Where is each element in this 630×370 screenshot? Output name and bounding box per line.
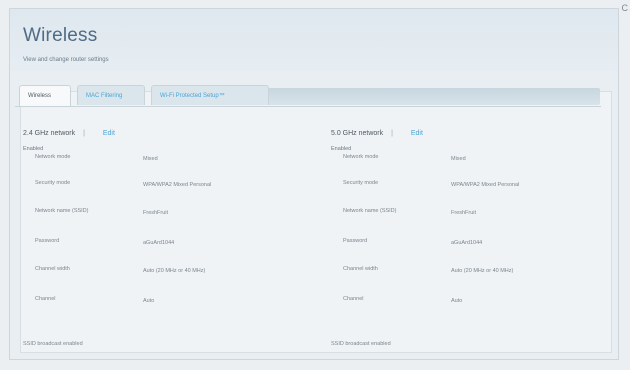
row-key: Password xyxy=(343,238,368,244)
close-icon[interactable]: C xyxy=(622,4,629,13)
row-value: Auto (20 MHz or 40 MHz) xyxy=(451,268,514,274)
row-value: WPA/WPA2 Mixed Personal xyxy=(451,182,520,188)
ssid-broadcast-status: SSID broadcast enabled xyxy=(23,341,83,347)
page-title: Wireless xyxy=(23,25,98,46)
row-value: aGuArd1044 xyxy=(451,240,483,246)
row-value: FreshFruit xyxy=(143,210,169,216)
edit-link[interactable]: Edit xyxy=(411,130,423,137)
row-key: Security mode xyxy=(35,180,71,186)
page-subtitle: View and change router settings xyxy=(23,57,109,63)
edit-link[interactable]: Edit xyxy=(103,130,115,137)
row-key: Channel width xyxy=(35,266,70,272)
row-key: Network name (SSID) xyxy=(343,208,397,214)
row-value: Auto (20 MHz or 40 MHz) xyxy=(143,268,206,274)
heading-separator: | xyxy=(391,130,393,137)
network-title: 5.0 GHz network xyxy=(331,130,384,137)
tab-bar: Wireless MAC Filtering Wi-Fi Protected S… xyxy=(15,85,601,107)
row-key: Channel xyxy=(343,296,364,302)
tab-wireless[interactable]: Wireless xyxy=(19,85,71,106)
network-status: Enabled xyxy=(23,146,44,152)
row-key: Password xyxy=(35,238,60,244)
network-title: 2.4 GHz network xyxy=(23,130,76,137)
network-status: Enabled xyxy=(331,146,352,152)
row-key: Channel width xyxy=(343,266,378,272)
row-key: Network name (SSID) xyxy=(35,208,89,214)
network-heading: 2.4 GHz network | Edit xyxy=(23,130,303,142)
row-value: Mixed xyxy=(451,156,466,162)
row-key: Network mode xyxy=(35,154,71,160)
row-value: Auto xyxy=(451,298,463,304)
row-value: Auto xyxy=(143,298,155,304)
ssid-broadcast-status: SSID broadcast enabled xyxy=(331,341,391,347)
network-2-4ghz: 2.4 GHz network | Edit Enabled Network m… xyxy=(23,130,303,304)
row-key: Channel xyxy=(35,296,56,302)
row-key: Network mode xyxy=(343,154,379,160)
heading-separator: | xyxy=(83,130,85,137)
tab-mac-filtering[interactable]: MAC Filtering xyxy=(77,85,145,105)
row-value: aGuArd1044 xyxy=(143,240,175,246)
network-heading: 5.0 GHz network | Edit xyxy=(331,130,611,142)
network-5ghz: 5.0 GHz network | Edit Enabled Network m… xyxy=(331,130,611,304)
tab-wifi-protected-setup[interactable]: Wi-Fi Protected Setup™ xyxy=(151,85,269,105)
row-value: FreshFruit xyxy=(451,210,477,216)
row-value: WPA/WPA2 Mixed Personal xyxy=(143,182,212,188)
row-key: Security mode xyxy=(343,180,379,186)
row-value: Mixed xyxy=(143,156,158,162)
page-header: Wireless View and change router settings xyxy=(10,9,618,71)
